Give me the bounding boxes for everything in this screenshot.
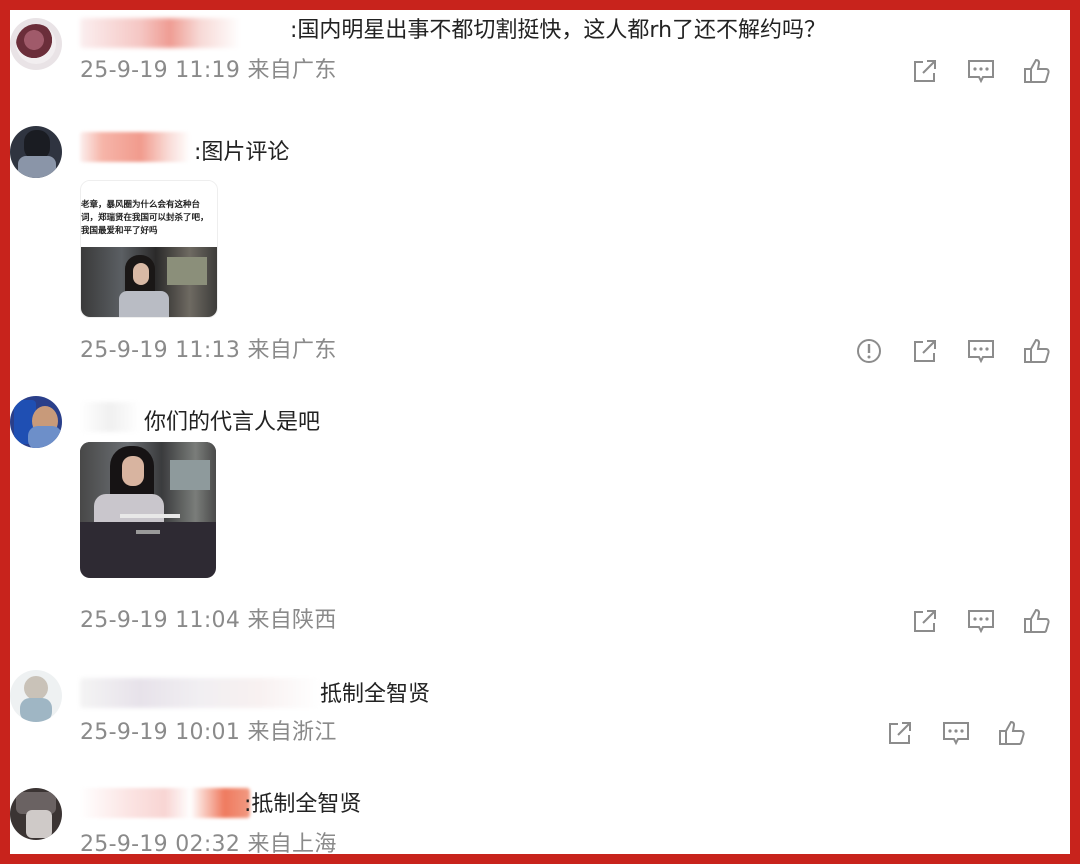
comment-icon[interactable]: [941, 718, 971, 748]
comment-icon[interactable]: [966, 56, 996, 86]
comment-meta: 25-9-19 11:04 来自陕西: [80, 606, 337, 636]
avatar[interactable]: [10, 788, 62, 840]
share-icon[interactable]: [910, 336, 940, 366]
username-blurred[interactable]: [80, 402, 140, 432]
username-blurred[interactable]: [80, 132, 190, 162]
comment-location: 来自浙江: [247, 720, 337, 745]
avatar[interactable]: [10, 670, 62, 722]
avatar[interactable]: [10, 126, 62, 178]
image-photo: [80, 442, 216, 522]
comment-image[interactable]: [80, 442, 216, 578]
comment-icon[interactable]: [966, 336, 996, 366]
comment-meta: 25-9-19 11:13 来自广东: [80, 336, 337, 366]
comment-meta: 25-9-19 10:01 来自浙江: [80, 718, 337, 748]
comment-text: :抵制全智贤: [244, 792, 362, 817]
comment-time: 25-9-19 11:04: [80, 608, 241, 633]
like-icon[interactable]: [997, 718, 1027, 748]
share-icon[interactable]: [910, 606, 940, 636]
comment-location: 来自广东: [247, 58, 337, 83]
comment-text: :图片评论: [194, 140, 290, 165]
report-icon[interactable]: [854, 336, 884, 366]
image-button-overlay: [136, 530, 160, 534]
avatar[interactable]: [10, 396, 62, 448]
comment-item: 你们的代言人是吧 25-9-19 11:04 来自陕西: [10, 390, 1070, 660]
username-blurred[interactable]: [80, 678, 320, 708]
comment-meta: 25-9-19 11:19 来自广东: [80, 56, 337, 86]
comment-item: :抵制全智贤 25-9-19 02:32 来自上海: [10, 770, 1070, 854]
comment-actions: [910, 606, 1070, 636]
comment-text: :国内明星出事不都切割挺快，这人都rh了还不解约吗？: [290, 18, 827, 43]
share-icon[interactable]: [910, 56, 940, 86]
comment-time: 25-9-19 11:13: [80, 338, 241, 363]
comment-item: :图片评论 老章，暴风圈为什么会有这种台 词，郑瑞贤在我国可以封杀了吧， 我国最…: [10, 120, 1070, 390]
share-icon[interactable]: [885, 718, 915, 748]
comment-item: :国内明星出事不都切割挺快，这人都rh了还不解约吗？ 25-9-19 11:19…: [10, 10, 1070, 120]
like-icon[interactable]: [1022, 56, 1052, 86]
comment-location: 来自陕西: [247, 608, 337, 633]
image-caption: 词，郑瑞贤在我国可以封杀了吧，: [81, 213, 209, 223]
like-icon[interactable]: [1022, 336, 1052, 366]
comment-item: 抵制全智贤 25-9-19 10:01 来自浙江: [10, 660, 1070, 770]
comment-time: 25-9-19 02:32: [80, 832, 241, 854]
comment-actions: [910, 56, 1070, 86]
comment-actions: [885, 718, 1045, 748]
image-caption: 老章，暴风圈为什么会有这种台: [81, 200, 201, 210]
username-blurred[interactable]: [80, 18, 280, 48]
comment-list: :国内明星出事不都切割挺快，这人都rh了还不解约吗？ 25-9-19 11:19…: [10, 10, 1070, 854]
comment-text: 你们的代言人是吧: [144, 410, 321, 435]
image-photo: [81, 247, 217, 317]
username-blurred[interactable]: [80, 788, 250, 818]
comment-image[interactable]: 老章，暴风圈为什么会有这种台 词，郑瑞贤在我国可以封杀了吧， 我国最爱和平了好吗: [80, 180, 218, 318]
comment-actions: [854, 336, 1070, 366]
comment-time: 25-9-19 11:19: [80, 58, 241, 83]
comment-text: 抵制全智贤: [320, 682, 431, 707]
comment-icon[interactable]: [966, 606, 996, 636]
comment-meta: 25-9-19 02:32 来自上海: [80, 830, 337, 854]
image-subtitle-overlay: [120, 514, 180, 518]
comment-location: 来自广东: [247, 338, 337, 363]
avatar[interactable]: [10, 18, 62, 70]
comment-location: 来自上海: [247, 832, 337, 854]
comment-time: 25-9-19 10:01: [80, 720, 241, 745]
like-icon[interactable]: [1022, 606, 1052, 636]
image-caption: 我国最爱和平了好吗: [81, 226, 158, 236]
